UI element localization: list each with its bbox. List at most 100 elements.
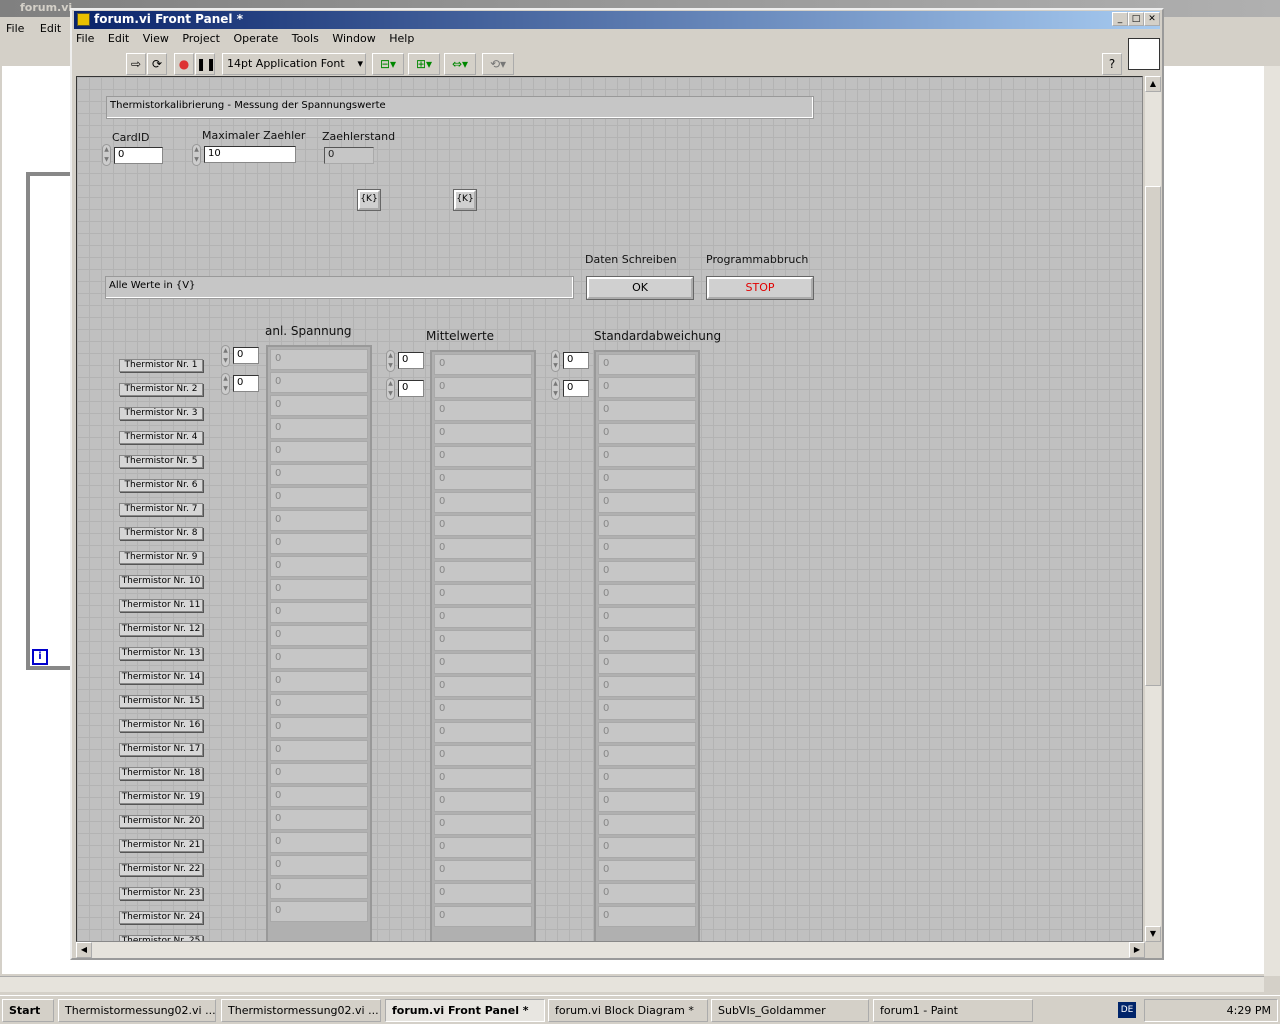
menu-operate[interactable]: Operate [233,32,278,45]
help-icon: ? [1108,57,1116,71]
array-element: 0 [434,538,532,559]
align-objects-icon[interactable]: ⊟▾ [372,53,404,75]
array-index-input[interactable]: 0 [233,347,259,364]
array-element: 0 [598,837,696,858]
array-element: 0 [434,699,532,720]
distribute-objects-icon[interactable]: ⊞▾ [408,53,440,75]
scroll-down-button[interactable]: ▼ [1145,926,1161,942]
array-element: 0 [434,722,532,743]
array-element: 0 [434,745,532,766]
thermistor-label: Thermistor Nr. 12 [119,623,203,636]
thermistor-label: Thermistor Nr. 13 [119,647,203,660]
bg-vertical-scrollbar[interactable] [1264,66,1280,976]
max-counter-spinner[interactable]: ▲ ▼ [192,144,201,166]
array-index-spinner[interactable]: ▲ ▼ [386,378,395,400]
array-index-input[interactable]: 0 [563,352,589,369]
thermistor-label: Thermistor Nr. 6 [119,479,203,492]
max-counter-label: Maximaler Zaehler [202,129,306,142]
minimize-button[interactable]: _ [1112,12,1128,26]
array-index-spinner[interactable]: ▲ ▼ [551,350,560,372]
task-button-active[interactable]: forum.vi Front Panel * [385,999,545,1022]
task-button[interactable]: forum.vi Block Diagram * [548,999,708,1022]
array-element: 0 [270,878,368,899]
menu-edit[interactable]: Edit [108,32,129,45]
reorder-icon[interactable]: ⟲▾ [482,53,514,75]
counter-indicator: 0 [324,147,374,164]
vertical-scrollbar[interactable]: ▲ ▼ [1145,76,1161,942]
abort-execution-icon[interactable]: ● [174,53,194,75]
taskbar: Start Thermistormessung02.vi ... Thermis… [0,995,1280,1024]
ok-button[interactable]: OK [586,276,694,300]
menu-tools[interactable]: Tools [292,32,319,45]
array-element: 0 [598,699,696,720]
resize-objects-icon[interactable]: ⇔▾ [444,53,476,75]
array-index-input[interactable]: 0 [398,380,424,397]
menu-help[interactable]: Help [389,32,414,45]
array-element: 0 [598,814,696,835]
thermistor-label: Thermistor Nr. 2 [119,383,203,396]
context-help-button[interactable]: ? [1102,53,1122,75]
array-element: 0 [270,395,368,416]
bg-horizontal-scrollbar[interactable] [0,976,1264,992]
array-index-input[interactable]: 0 [233,375,259,392]
font-select[interactable]: 14pt Application Font ▾ [222,53,366,75]
array-label: Standardabweichung [594,329,722,343]
array-index-spinner[interactable]: ▲ ▼ [386,350,395,372]
k-unit-button-2[interactable]: {K} [453,189,477,211]
thermistor-label: Thermistor Nr. 3 [119,407,203,420]
task-button[interactable]: forum1 - Paint [873,999,1033,1022]
stop-button[interactable]: STOP [706,276,814,300]
array-index-input[interactable]: 0 [398,352,424,369]
array-element: 0 [434,837,532,858]
array-index-spinner[interactable]: ▲ ▼ [551,378,560,400]
close-button[interactable]: ✕ [1144,12,1160,26]
start-button[interactable]: Start [2,999,54,1022]
bg-menu-file[interactable]: File [6,22,24,35]
thermistor-label: Thermistor Nr. 9 [119,551,203,564]
array-element: 0 [598,860,696,881]
task-button[interactable]: Thermistormessung02.vi ... [58,999,216,1022]
array-element: 0 [598,906,696,927]
menu-window[interactable]: Window [332,32,375,45]
menu-file[interactable]: File [76,32,94,45]
array-element: 0 [598,492,696,513]
thermistor-label: Thermistor Nr. 21 [119,839,203,852]
task-button[interactable]: Thermistormessung02.vi ... [221,999,381,1022]
array-element: 0 [434,492,532,513]
cardid-input[interactable]: 0 [114,147,163,164]
array-index-input[interactable]: 0 [563,380,589,397]
k-unit-button-1[interactable]: {K} [357,189,381,211]
pause-icon[interactable]: ❚❚ [195,53,216,75]
array-element: 0 [598,538,696,559]
array-element: 0 [270,786,368,807]
menu-view[interactable]: View [143,32,169,45]
scroll-left-button[interactable]: ◀ [76,942,92,958]
menu-project[interactable]: Project [182,32,220,45]
vi-icon[interactable] [1128,38,1160,70]
array-element: 0 [598,745,696,766]
array-element: 0 [270,740,368,761]
horizontal-scrollbar[interactable]: ◀ ▶ [76,942,1145,958]
array-element: 0 [434,906,532,927]
array-index-spinner[interactable]: ▲ ▼ [221,345,230,367]
task-button[interactable]: SubVIs_Goldammer [711,999,869,1022]
array-element: 0 [270,901,368,922]
scroll-up-button[interactable]: ▲ [1145,76,1161,92]
font-select-value: 14pt Application Font [227,57,345,70]
front-panel-window: forum.vi Front Panel * _ □ ✕ File Edit V… [70,8,1164,960]
background-menu: File Edit [0,20,79,38]
cardid-spinner[interactable]: ▲ ▼ [102,144,111,166]
bg-menu-edit[interactable]: Edit [40,22,61,35]
language-indicator[interactable]: DE [1118,1002,1136,1018]
array-element: 0 [434,883,532,904]
scroll-right-button[interactable]: ▶ [1129,942,1145,958]
array-element: 0 [598,722,696,743]
array-element: 0 [434,561,532,582]
vertical-scroll-thumb[interactable] [1145,186,1161,686]
max-counter-input[interactable]: 10 [204,146,296,163]
run-arrow-icon[interactable]: ⇨ [126,53,146,75]
maximize-button[interactable]: □ [1128,12,1144,26]
thermistor-label: Thermistor Nr. 5 [119,455,203,468]
run-continuously-icon[interactable]: ⟳ [147,53,167,75]
array-index-spinner[interactable]: ▲ ▼ [221,373,230,395]
